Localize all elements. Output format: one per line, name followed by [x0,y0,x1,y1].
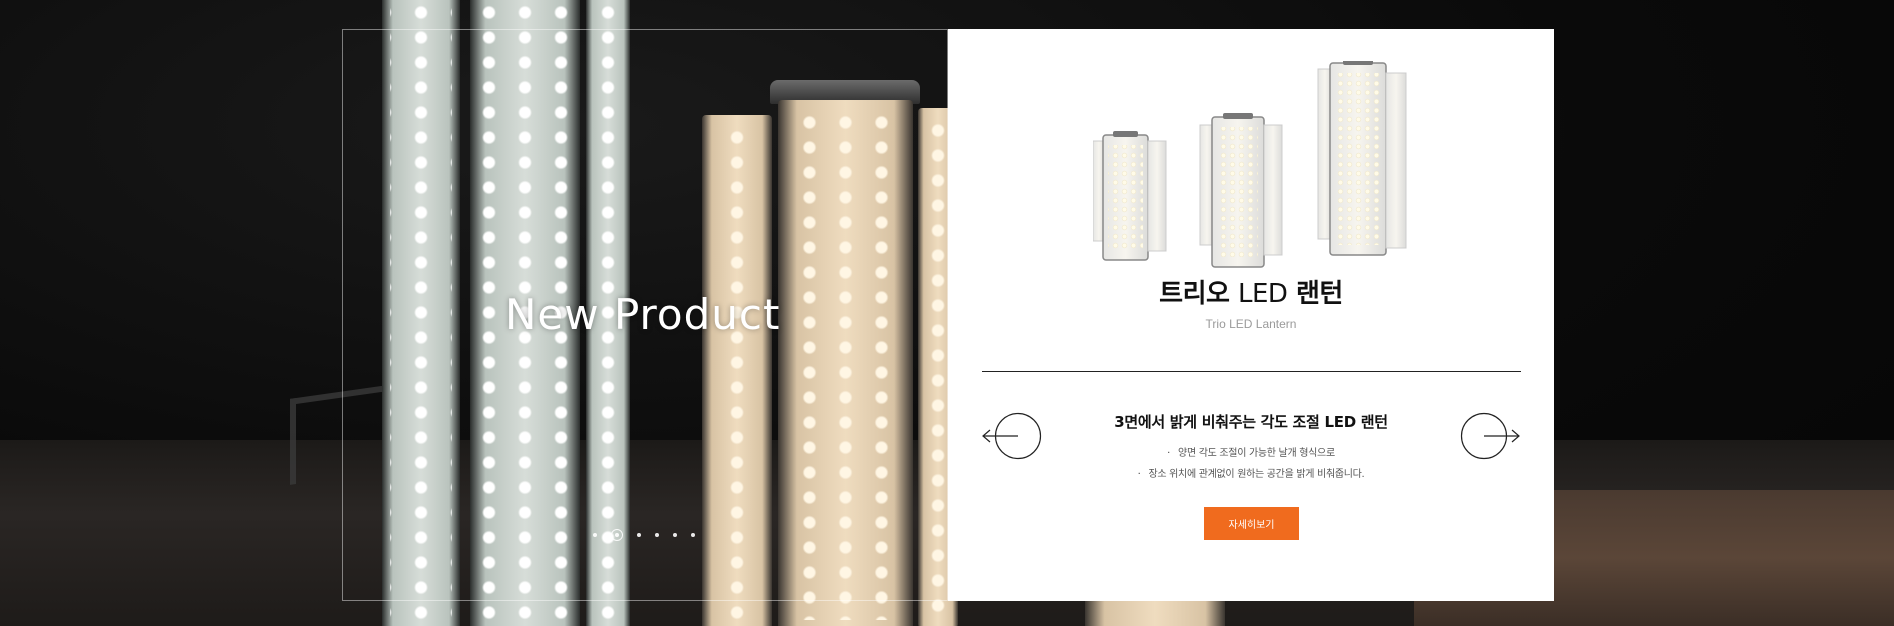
view-details-button[interactable]: 자세히보기 [1204,507,1299,540]
product-title: 트리오 LED 랜턴 [948,273,1554,310]
feature-item: 장소 위치에 관계없이 원하는 공간을 밝게 비춰줍니다. [948,464,1554,485]
divider [982,371,1521,372]
lantern-large [1317,61,1407,256]
pager-dot[interactable] [655,533,659,537]
product-description-title: 3면에서 밝게 비춰주는 각도 조절 LED 랜턴 [1114,413,1388,431]
product-subtitle: Trio LED Lantern [1205,317,1297,331]
product-title-ko-1: 트리오 [1159,279,1230,309]
slide-pager[interactable] [593,529,695,541]
pager-dot[interactable] [673,533,677,537]
pager-dot-active[interactable] [611,529,623,541]
feature-item: 양면 각도 조절이 가능한 날개 형식으로 [948,443,1554,464]
product-title-led: LED [1237,279,1288,309]
product-card: 트리오 LED 랜턴 Trio LED Lantern 3면에서 밝게 비춰주는… [948,29,1554,601]
pager-dot[interactable] [691,533,695,537]
product-image [1093,61,1407,268]
pager-dot[interactable] [637,533,641,537]
pager-dot[interactable] [593,533,597,537]
lantern-medium [1199,113,1283,268]
hero-headline: New Product [505,290,781,339]
product-title-ko-2: 랜턴 [1295,279,1343,309]
lantern-small [1093,131,1167,261]
feature-list: 양면 각도 조절이 가능한 날개 형식으로 장소 위치에 관계없이 원하는 공간… [948,443,1554,485]
